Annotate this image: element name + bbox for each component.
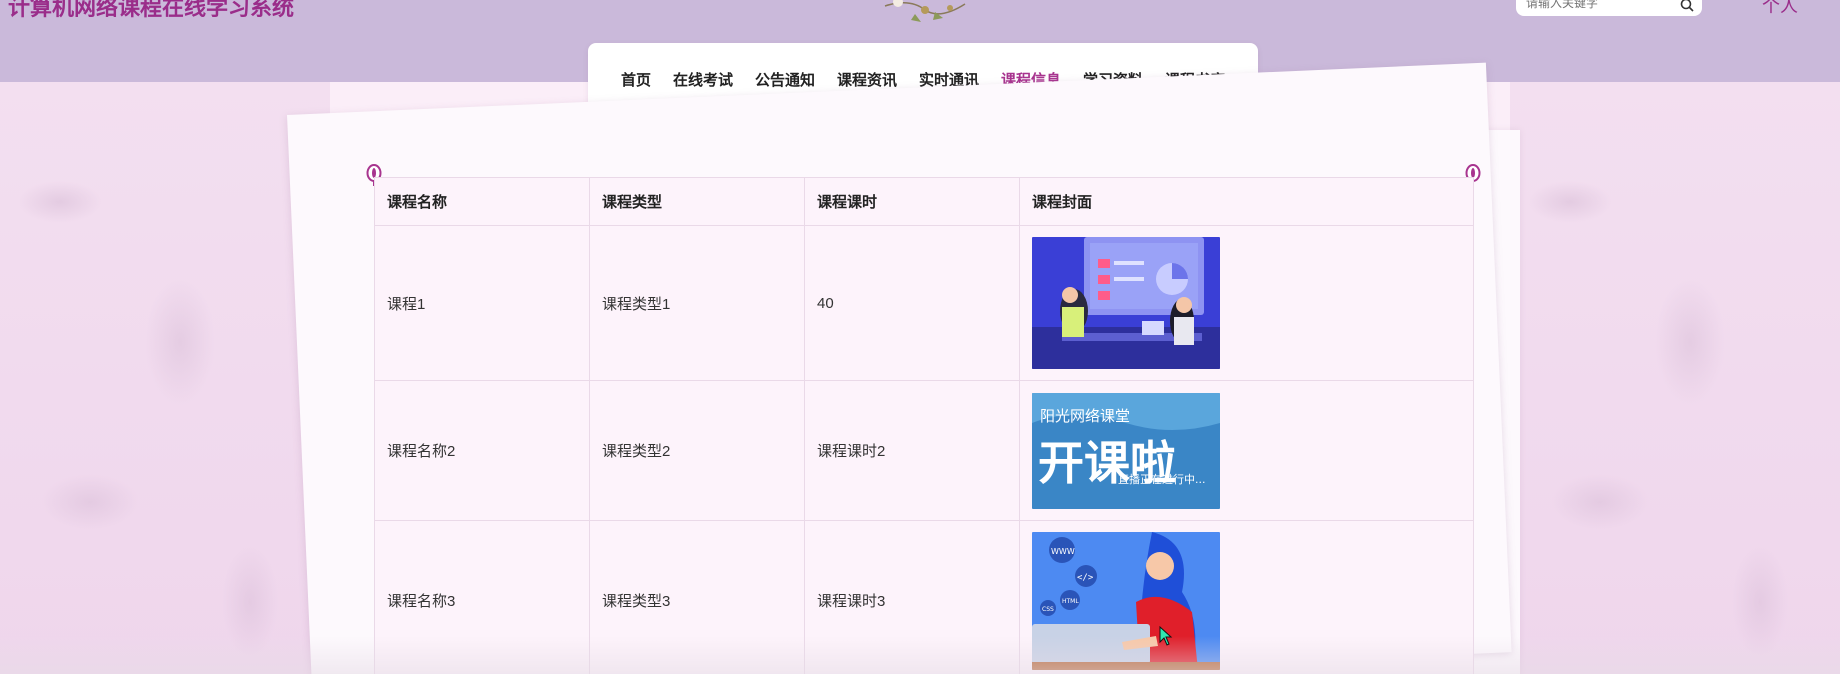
course-cover-image[interactable] bbox=[1032, 237, 1220, 369]
nav-item-home[interactable]: 首页 bbox=[610, 69, 662, 90]
table-header-row: 课程名称 课程类型 课程课时 课程封面 bbox=[374, 177, 1474, 226]
mouse-cursor-icon bbox=[1159, 626, 1173, 646]
background-floral-right bbox=[1510, 82, 1840, 674]
nav-item-course-news[interactable]: 课程资讯 bbox=[826, 69, 908, 90]
nav-item-online-exam[interactable]: 在线考试 bbox=[662, 69, 744, 90]
banner-line-1: 阳光网络课堂 bbox=[1040, 407, 1130, 425]
table-row[interactable]: 课程名称3 课程类型3 课程课时3 WWW </> HTML CSS bbox=[374, 520, 1474, 674]
user-link[interactable]: 个人 bbox=[1762, 0, 1798, 18]
table-row[interactable]: 课程名称2 课程类型2 课程课时2 阳光网络课堂 开课啦 直播正在进行中... bbox=[374, 380, 1474, 521]
cell-course-cover bbox=[1019, 225, 1474, 381]
cell-course-cover: 阳光网络课堂 开课啦 直播正在进行中... bbox=[1019, 380, 1474, 521]
nav-item-announcements[interactable]: 公告通知 bbox=[744, 69, 826, 90]
tag-code: </> bbox=[1077, 573, 1094, 583]
cell-course-type: 课程类型1 bbox=[589, 225, 805, 381]
flower-ornament-icon bbox=[884, 0, 966, 22]
cell-course-hours: 课程课时3 bbox=[804, 520, 1020, 674]
table-row[interactable]: 课程1 课程类型1 40 bbox=[374, 225, 1474, 381]
cell-course-name: 课程名称2 bbox=[374, 380, 590, 521]
site-title: 计算机网络课程在线学习系统 bbox=[8, 0, 295, 21]
cell-course-name: 课程名称3 bbox=[374, 520, 590, 674]
cell-course-hours: 课程课时2 bbox=[804, 380, 1020, 521]
course-table: 课程名称 课程类型 课程课时 课程封面 课程1 课程类型1 40 课程名称2 课… bbox=[374, 177, 1474, 674]
cell-course-type: 课程类型3 bbox=[589, 520, 805, 674]
course-cover-image[interactable]: 阳光网络课堂 开课啦 直播正在进行中... bbox=[1032, 392, 1220, 509]
course-cover-image[interactable]: WWW </> HTML CSS bbox=[1032, 531, 1220, 670]
banner-line-3: 直播正在进行中... bbox=[1118, 472, 1206, 486]
search-icon[interactable] bbox=[1680, 0, 1694, 12]
cell-course-name: 课程1 bbox=[374, 225, 590, 381]
tag-html: HTML bbox=[1062, 598, 1079, 605]
column-header-course-type: 课程类型 bbox=[589, 177, 805, 226]
search-input[interactable] bbox=[1526, 0, 1666, 10]
column-header-course-name: 课程名称 bbox=[374, 177, 590, 226]
column-header-course-hours: 课程课时 bbox=[804, 177, 1020, 226]
web-developer-illustration-icon: WWW </> HTML CSS bbox=[1032, 531, 1220, 670]
cell-course-cover: WWW </> HTML CSS bbox=[1019, 520, 1474, 674]
open-class-banner-icon: 阳光网络课堂 开课啦 直播正在进行中... bbox=[1032, 392, 1220, 509]
cell-course-type: 课程类型2 bbox=[589, 380, 805, 521]
column-header-course-cover: 课程封面 bbox=[1019, 177, 1474, 226]
cell-course-hours: 40 bbox=[804, 225, 1020, 381]
meeting-illustration-icon bbox=[1032, 237, 1220, 369]
tag-css: CSS bbox=[1042, 606, 1054, 613]
search-box[interactable] bbox=[1516, 0, 1702, 16]
background-floral-left bbox=[0, 82, 330, 674]
tag-www: WWW bbox=[1051, 547, 1075, 556]
